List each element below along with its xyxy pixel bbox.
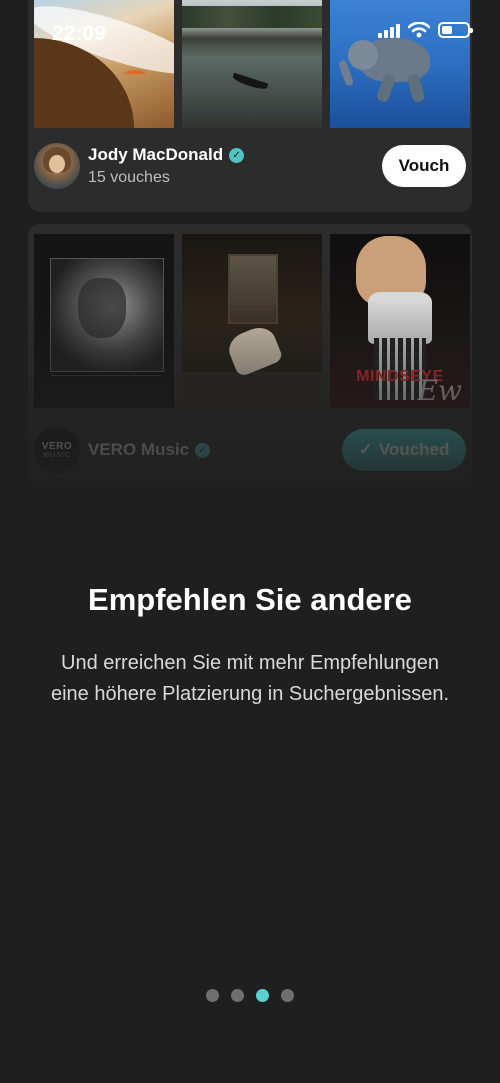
name-block: Jody MacDonald ✓ 15 vouches <box>88 145 382 187</box>
avatar[interactable] <box>34 143 80 189</box>
album-cover-portrait[interactable] <box>34 234 174 408</box>
page-dot-4[interactable] <box>281 989 294 1002</box>
avatar[interactable]: VERO MUSIC <box>34 427 80 473</box>
page-indicator <box>0 989 500 1002</box>
page-dot-2[interactable] <box>231 989 244 1002</box>
profile-row: Jody MacDonald ✓ 15 vouches Vouch <box>34 140 466 192</box>
status-icons <box>378 22 473 38</box>
name-block: VERO Music ✓ <box>88 440 342 460</box>
profile-name[interactable]: VERO Music <box>88 440 189 460</box>
profile-card-vero-music[interactable]: MINDSEYE Ew VERO MUSIC VERO Music ✓ ✓ Vo… <box>28 224 472 486</box>
wifi-icon <box>408 22 430 38</box>
battery-icon <box>438 22 473 38</box>
onboarding-title: Empfehlen Sie andere <box>88 582 412 617</box>
profile-row: VERO MUSIC VERO Music ✓ ✓ Vouched <box>34 424 466 476</box>
avatar-text-bottom: MUSIC <box>43 452 71 459</box>
photo-strip: MINDSEYE Ew <box>34 234 470 408</box>
status-bar: 22:09 <box>0 0 500 60</box>
page-dot-3[interactable] <box>256 989 269 1002</box>
page-dot-1[interactable] <box>206 989 219 1002</box>
verified-check-icon: ✓ <box>229 147 245 163</box>
vouched-button[interactable]: ✓ Vouched <box>342 429 466 471</box>
album-cover-interior[interactable] <box>182 234 322 408</box>
check-icon: ✓ <box>358 440 373 459</box>
status-time: 22:09 <box>52 22 106 45</box>
profile-name[interactable]: Jody MacDonald <box>88 145 223 165</box>
vouch-count: 15 vouches <box>88 169 170 186</box>
album-script-logo: Ew <box>417 374 462 407</box>
vouch-button[interactable]: Vouch <box>382 145 466 187</box>
verified-check-icon: ✓ <box>195 442 211 458</box>
cellular-signal-icon <box>378 22 400 38</box>
album-cover-singer[interactable]: MINDSEYE Ew <box>330 234 470 408</box>
onboarding-description: Und erreichen Sie mit mehr Empfehlungen … <box>50 652 450 705</box>
avatar-text-top: VERO <box>41 441 73 452</box>
vouched-label: Vouched <box>378 440 450 459</box>
